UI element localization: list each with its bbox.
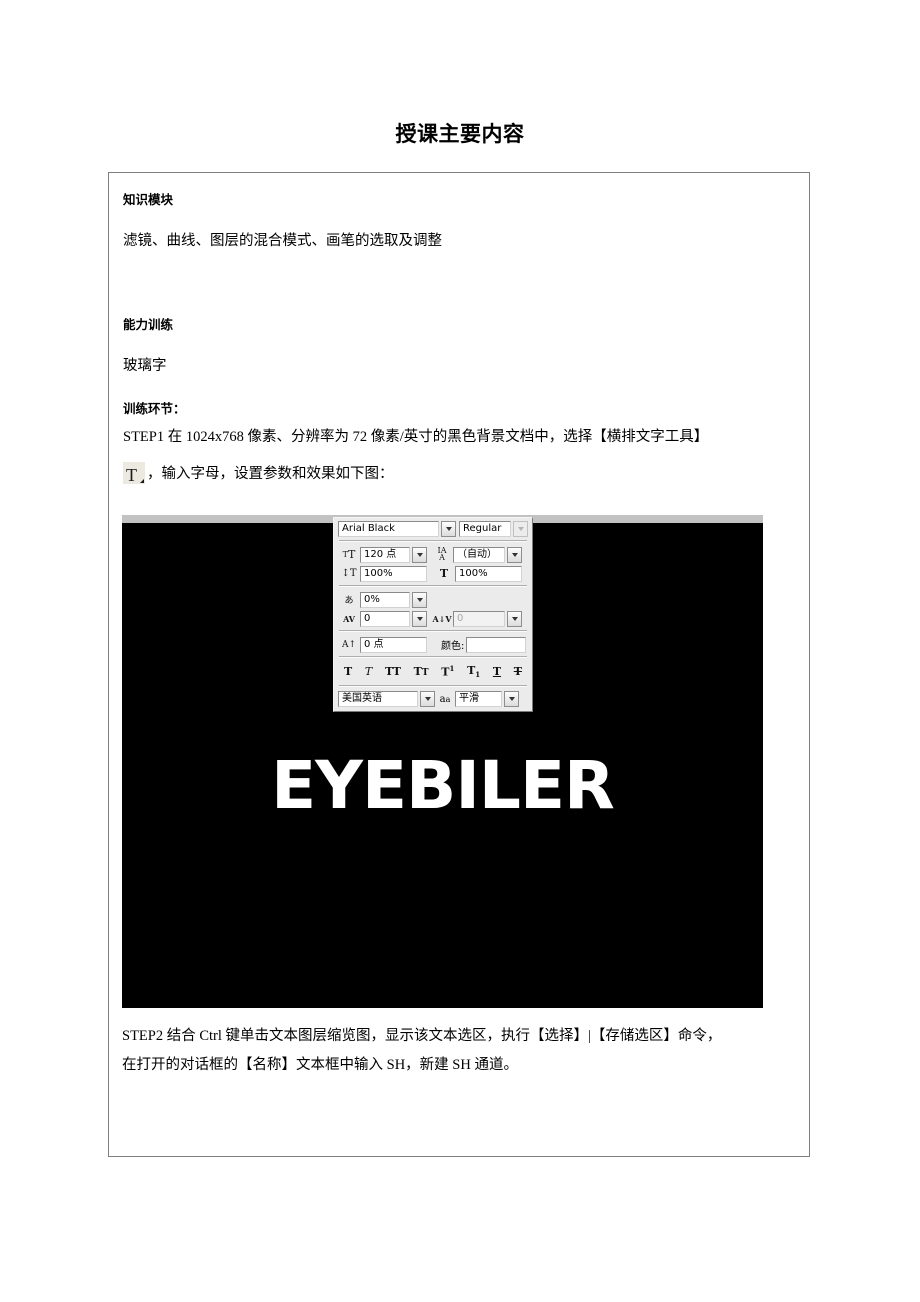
training-steps-heading: 训练环节： [123, 400, 186, 416]
step1-continuation-text: ，输入字母，设置参数和效果如下图： [147, 466, 394, 483]
step2-block: STEP2 结合 Ctrl 键单击文本图层缩览图，显示该文本选区，执行【选择】|… [122, 1022, 798, 1080]
panel-divider [339, 540, 527, 542]
underline-button[interactable]: T [493, 665, 501, 678]
subscript-button[interactable]: T1 [467, 664, 480, 679]
font-family-row: Arial Black Regular [338, 521, 528, 537]
kerning-dropdown-arrow-icon[interactable] [507, 610, 522, 627]
font-family-field[interactable]: Arial Black [338, 521, 439, 537]
language-antialias-row: 美国英语 aa 平滑 [338, 691, 528, 708]
tracking-icon: AV [343, 613, 355, 624]
antialias-field[interactable]: 平滑 [455, 691, 502, 708]
tsume-dropdown-arrow-icon[interactable] [412, 591, 427, 608]
photoshop-screenshot-figure: EYEBILER Arial Black Regular TT 120 点 IA… [122, 515, 763, 1008]
baseline-shift-field[interactable]: 0 点 [360, 636, 427, 653]
baseline-shift-icon: A↑ [341, 639, 357, 650]
font-style-dropdown-arrow-icon[interactable] [513, 521, 528, 537]
color-label: 颜色: [441, 641, 465, 652]
step1-text: STEP1 在 1024x768 像素、分辨率为 72 像素/英寸的黑色背景文档… [123, 429, 709, 445]
horizontal-scale-field[interactable]: 100% [455, 565, 522, 582]
panel-divider [339, 685, 527, 688]
faux-bold-button[interactable]: T [344, 665, 352, 678]
leading-field[interactable]: （自动） [453, 546, 505, 563]
strikethrough-button[interactable]: T [514, 665, 522, 678]
vertical-scale-field[interactable]: 100% [360, 565, 427, 582]
panel-divider [339, 630, 527, 632]
tracking-field[interactable]: 0 [360, 610, 410, 627]
tsume-row: あ 0% [338, 591, 528, 608]
knowledge-module-heading: 知识模块 [123, 192, 174, 207]
leading-icon: IA A [437, 545, 447, 562]
panel-divider [339, 656, 527, 658]
scale-row: ↕T 100% T 100% [338, 565, 528, 582]
anti-alias-icon: aa [439, 693, 451, 705]
all-caps-button[interactable]: TT [385, 665, 401, 678]
faux-italic-button[interactable]: T [365, 665, 372, 678]
vertical-scale-icon: ↕T [341, 568, 357, 579]
style-buttons-row: T T TT TT T1 T1 T T [338, 662, 528, 682]
kerning-field[interactable]: 0 [453, 610, 505, 627]
step2-line-1: STEP2 结合 Ctrl 键单击文本图层缩览图，显示该文本选区，执行【选择】|… [122, 1028, 722, 1044]
font-size-field[interactable]: 120 点 [360, 546, 410, 563]
antialias-dropdown-arrow-icon[interactable] [504, 691, 519, 708]
tracking-kerning-row: AV 0 A↓V 0 [338, 610, 528, 627]
leading-dropdown-arrow-icon[interactable] [507, 546, 522, 563]
font-family-dropdown-arrow-icon[interactable] [441, 521, 456, 537]
font-size-icon: TT [342, 548, 356, 561]
size-leading-row: TT 120 点 IA A （自动） [338, 546, 528, 563]
language-field[interactable]: 美国英语 [338, 691, 418, 708]
horizontal-scale-icon: T [439, 567, 449, 580]
superscript-button[interactable]: T1 [441, 664, 454, 679]
baseline-color-row: A↑ 0 点 颜色: [338, 636, 528, 653]
panel-divider [339, 585, 527, 587]
tsume-field[interactable]: 0% [360, 591, 410, 608]
kerning-icon: A↓V [432, 613, 452, 624]
knowledge-module-text: 滤镜、曲线、图层的混合模式、画笔的选取及调整 [123, 232, 442, 249]
step2-line-2: 在打开的对话框的【名称】文本框中输入 SH，新建 SH 通道。 [122, 1057, 518, 1073]
step1-continuation-line: T ，输入字母，设置参数和效果如下图： [123, 462, 795, 487]
ability-training-text: 玻璃字 [123, 357, 167, 374]
text-color-swatch[interactable] [466, 636, 527, 653]
tracking-dropdown-arrow-icon[interactable] [412, 610, 427, 627]
font-size-dropdown-arrow-icon[interactable] [412, 546, 427, 563]
font-style-field[interactable]: Regular [459, 521, 511, 537]
tool-flyout-corner-icon [140, 479, 144, 484]
tsume-icon: あ [344, 596, 354, 606]
language-dropdown-arrow-icon[interactable] [420, 691, 435, 708]
small-caps-button[interactable]: TT [414, 665, 429, 678]
horizontal-type-tool-icon: T [123, 462, 145, 485]
page-title: 授课主要内容 [395, 122, 525, 146]
ability-training-heading: 能力训练 [123, 317, 174, 333]
canvas-text-eyebiler: EYEBILER [271, 747, 615, 824]
character-panel[interactable]: Arial Black Regular TT 120 点 IA A （自动） ↕T… [333, 517, 533, 713]
